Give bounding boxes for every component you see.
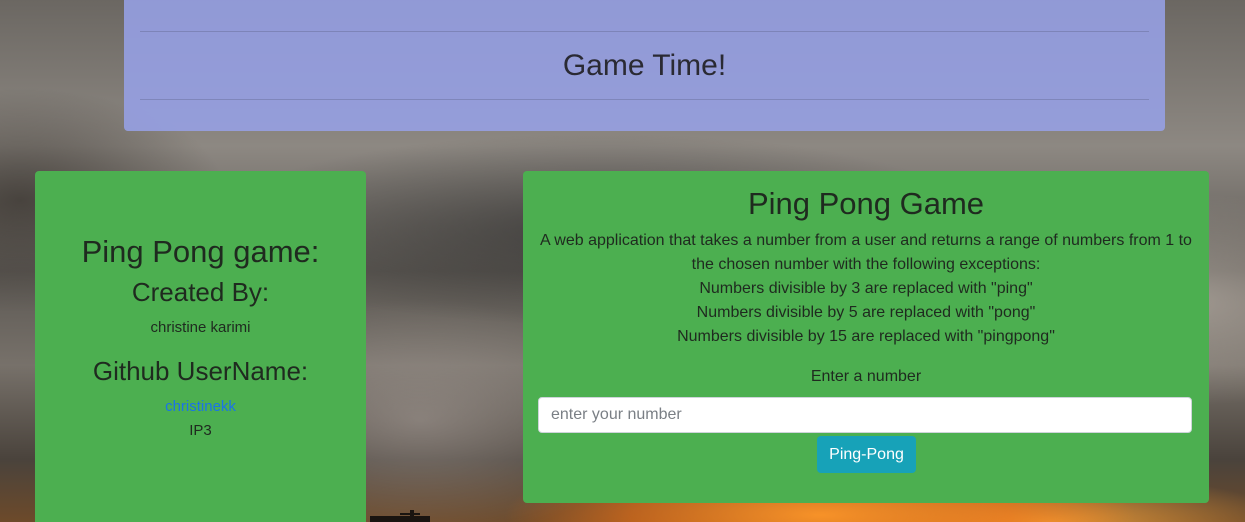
rule-pingpong: Numbers divisible by 15 are replaced wit… (677, 328, 1055, 345)
header-banner: Game Time! (124, 0, 1165, 131)
description-intro: A web application that takes a number fr… (540, 232, 1192, 273)
banner-divider-top (140, 31, 1149, 32)
game-card: Ping Pong Game A web application that ta… (523, 171, 1209, 503)
github-label: Github UserName: (92, 356, 309, 386)
game-description: A web application that takes a number fr… (537, 229, 1195, 349)
page-title: Game Time! (562, 49, 727, 82)
about-card: Ping Pong game: Created By: christine ka… (35, 171, 366, 522)
number-input[interactable] (538, 397, 1192, 433)
rule-ping: Numbers divisible by 3 are replaced with… (699, 280, 1033, 297)
author-name: christine karimi (150, 319, 251, 336)
rule-pong: Numbers divisible by 5 are replaced with… (696, 304, 1036, 321)
number-input-label: Enter a number (810, 368, 922, 385)
horizon-silhouette (370, 510, 430, 522)
about-heading: Ping Pong game: (81, 234, 320, 269)
github-username-link[interactable]: christinekk (35, 397, 366, 417)
project-code: IP3 (189, 422, 212, 439)
banner-divider-bottom (140, 99, 1149, 100)
created-by-label: Created By: (131, 277, 270, 307)
game-title: Ping Pong Game (747, 186, 985, 221)
ping-pong-button[interactable]: Ping-Pong (817, 436, 916, 473)
